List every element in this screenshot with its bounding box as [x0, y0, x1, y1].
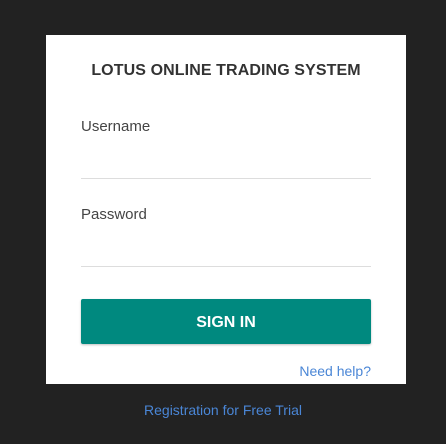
login-page: LOTUS ONLINE TRADING SYSTEM Username Pas… — [0, 0, 446, 444]
password-input[interactable] — [81, 238, 371, 267]
username-input[interactable] — [81, 150, 371, 179]
need-help-link[interactable]: Need help? — [299, 363, 371, 379]
password-label: Password — [81, 206, 147, 223]
login-card: LOTUS ONLINE TRADING SYSTEM Username Pas… — [46, 35, 406, 384]
sign-in-button[interactable]: SIGN IN — [81, 299, 371, 344]
username-label: Username — [81, 118, 151, 135]
registration-link[interactable]: Registration for Free Trial — [0, 402, 446, 418]
page-title: LOTUS ONLINE TRADING SYSTEM — [91, 62, 361, 79]
